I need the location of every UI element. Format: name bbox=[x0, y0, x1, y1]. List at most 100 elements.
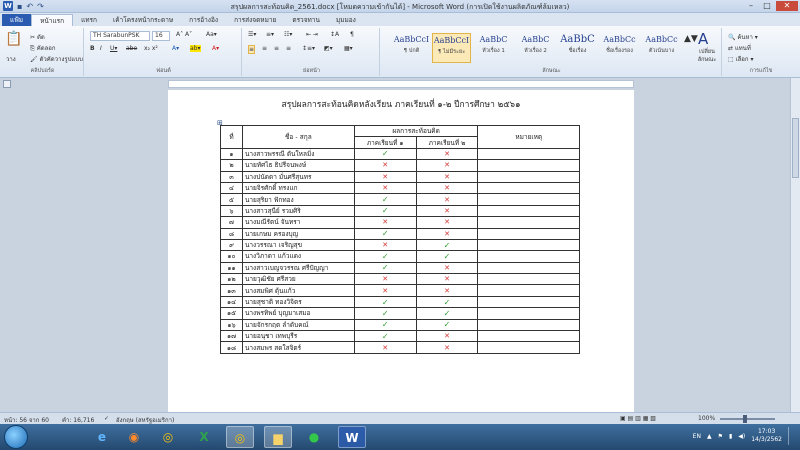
tab-home[interactable]: หน้าแรก bbox=[31, 14, 74, 26]
row-note bbox=[477, 204, 580, 218]
minimize-button[interactable]: – bbox=[744, 1, 758, 11]
cut-button[interactable]: ✂ ตัด bbox=[30, 32, 45, 42]
font-color-icon[interactable]: A▾ bbox=[212, 45, 219, 52]
select-button[interactable]: ⬚ เลือก ▾ bbox=[728, 54, 753, 64]
style-heading-1[interactable]: AaBbC หัวเรื่อง 1 bbox=[474, 33, 513, 63]
style-no-spacing[interactable]: AaBbCcI ¶ ไม่มีระยะ bbox=[432, 33, 471, 63]
align-left-icon[interactable]: ≡ bbox=[248, 45, 256, 54]
chrome-alt-icon[interactable]: ◎ bbox=[226, 426, 254, 448]
tray-network-icon[interactable]: ▮ bbox=[729, 433, 732, 440]
undo-icon[interactable]: ↶ bbox=[26, 2, 33, 11]
proofing-icon[interactable]: ✓ bbox=[104, 415, 109, 422]
line-icon[interactable]: ● bbox=[300, 426, 328, 448]
sort-icon[interactable]: ↕A bbox=[330, 31, 339, 38]
style-heading-2[interactable]: AaBbC หัวเรื่อง 2 bbox=[516, 33, 555, 63]
paste-icon[interactable]: 📋 bbox=[5, 31, 22, 47]
cross-icon: ✕ bbox=[444, 218, 450, 227]
vertical-scrollbar[interactable] bbox=[790, 78, 800, 412]
cross-icon: ✕ bbox=[444, 263, 450, 272]
paste-button[interactable]: วาง bbox=[6, 54, 16, 64]
shading-icon[interactable]: ◩▾ bbox=[324, 45, 333, 52]
tray-volume-icon[interactable]: ◀) bbox=[738, 433, 745, 440]
style-subtle-emphasis[interactable]: AaBbCc ตัวเน้นบาง bbox=[642, 33, 681, 63]
change-styles-button[interactable]: เปลี่ยนลักษณะ bbox=[694, 48, 720, 64]
tab-references[interactable]: การอ้างอิง bbox=[181, 14, 226, 26]
font-size-box[interactable]: 16 bbox=[152, 31, 170, 41]
borders-icon[interactable]: ▦▾ bbox=[344, 45, 353, 52]
header-term1: ภาคเรียนที่ ๑ bbox=[353, 136, 417, 149]
tray-language[interactable]: EN bbox=[693, 433, 701, 440]
view-buttons[interactable]: ▣ ▤ ▥ ▦ ▧ bbox=[620, 415, 656, 422]
copy-button[interactable]: ⎘ คัดลอก bbox=[30, 43, 56, 53]
zoom-level[interactable]: 100% bbox=[698, 415, 715, 422]
scrollbar-thumb[interactable] bbox=[792, 118, 799, 178]
italic-icon[interactable]: I bbox=[100, 45, 102, 52]
justify-icon[interactable]: ≡ bbox=[286, 45, 291, 52]
start-orb[interactable] bbox=[4, 425, 28, 449]
maximize-button[interactable]: □ bbox=[760, 1, 774, 11]
subscript-icon[interactable]: x₂ x² bbox=[144, 45, 158, 52]
line-spacing-icon[interactable]: ↕≡▾ bbox=[302, 45, 315, 52]
tab-page-layout[interactable]: เค้าโครงหน้ากระดาษ bbox=[105, 14, 181, 26]
text-effects-icon[interactable]: A▾ bbox=[172, 45, 179, 52]
close-button[interactable]: ✕ bbox=[776, 1, 798, 11]
word-app-icon[interactable]: W bbox=[3, 1, 13, 11]
firefox-icon[interactable]: ◉ bbox=[120, 426, 148, 448]
internet-explorer-icon[interactable]: e bbox=[88, 426, 116, 448]
row-result-t2: ✕ bbox=[415, 181, 479, 195]
row-result-t2: ✕ bbox=[415, 261, 479, 275]
horizontal-ruler[interactable] bbox=[168, 80, 634, 88]
tab-review[interactable]: ตรวจทาน bbox=[284, 14, 328, 26]
align-center-icon[interactable]: ≡ bbox=[262, 45, 267, 52]
tab-insert[interactable]: แทรก bbox=[73, 14, 105, 26]
clock[interactable]: 17:03 14/3/2562 bbox=[751, 428, 782, 444]
word-icon[interactable]: W bbox=[338, 426, 366, 448]
show-marks-icon[interactable]: ¶ bbox=[350, 31, 354, 38]
change-styles-icon[interactable]: A bbox=[698, 30, 708, 48]
row-name: นางสาวสุนีย์ รวมศิริ bbox=[241, 204, 355, 218]
style-normal[interactable]: AaBbCcI ¶ ปกติ bbox=[392, 33, 431, 63]
tab-file[interactable]: แฟ้ม bbox=[2, 14, 32, 26]
styles-scroll-icon[interactable]: ▲▼ bbox=[684, 34, 698, 44]
row-number: ๑๔ bbox=[220, 295, 243, 309]
decrease-indent-icon[interactable]: ⇤ ⇥ bbox=[306, 31, 318, 38]
tray-flag-icon[interactable]: ⚑ bbox=[718, 433, 723, 440]
underline-icon[interactable]: U▾ bbox=[110, 45, 117, 52]
save-icon[interactable]: ▪ bbox=[17, 2, 22, 11]
multilevel-list-icon[interactable]: ☷▾ bbox=[284, 31, 292, 38]
replace-button[interactable]: ⇄ แทนที่ bbox=[728, 43, 751, 53]
folder-icon[interactable]: ▆ bbox=[264, 426, 292, 448]
tab-mailings[interactable]: การส่งจดหมาย bbox=[226, 14, 284, 26]
zoom-slider-knob[interactable] bbox=[743, 415, 747, 423]
show-desktop-button[interactable] bbox=[788, 427, 794, 445]
strikethrough-icon[interactable]: abe bbox=[126, 45, 137, 52]
change-case-icon[interactable]: Aa▾ bbox=[206, 31, 217, 38]
excel-icon[interactable]: X bbox=[190, 426, 218, 448]
tab-selector-icon[interactable] bbox=[3, 80, 11, 88]
style-title[interactable]: AaBbC ชื่อเรื่อง bbox=[558, 33, 597, 63]
document-page[interactable]: สรุปผลการสะท้อนคิดหลังเรียน ภาคเรียนที่ … bbox=[168, 90, 634, 412]
table-row: ๑๒ นายวุฒิชัย ศรีสวย ✕ ✕ bbox=[220, 273, 580, 286]
style-subtitle[interactable]: AaBbCc ชื่อเรื่องรอง bbox=[600, 33, 639, 63]
cross-icon: ✕ bbox=[382, 218, 389, 227]
font-name-box[interactable]: TH SarabunPSK bbox=[90, 31, 150, 41]
tray-arrow-icon[interactable]: ▲ bbox=[707, 433, 712, 440]
check-icon: ✓ bbox=[381, 320, 389, 330]
quick-access-toolbar: W ▪ ↶ ↷ bbox=[3, 1, 44, 11]
check-icon: ✓ bbox=[381, 149, 389, 159]
align-right-icon[interactable]: ≡ bbox=[274, 45, 279, 52]
row-note bbox=[477, 295, 580, 309]
zoom-slider[interactable] bbox=[720, 418, 775, 420]
grow-font-icon[interactable]: A˄ A˅ bbox=[176, 31, 192, 38]
editing-group: 🔍 ค้นหา ▾ ⇄ แทนที่ ⬚ เลือก ▾ การแก้ไข bbox=[724, 28, 798, 76]
bold-icon[interactable]: B bbox=[90, 45, 95, 52]
tab-view[interactable]: มุมมอง bbox=[328, 14, 364, 26]
highlight-icon[interactable]: ab▾ bbox=[190, 45, 201, 52]
chrome-icon[interactable]: ◎ bbox=[154, 426, 182, 448]
bullets-icon[interactable]: ☰▾ bbox=[248, 31, 256, 38]
find-button[interactable]: 🔍 ค้นหา ▾ bbox=[728, 32, 758, 42]
numbering-icon[interactable]: ≡▾ bbox=[266, 31, 274, 38]
redo-icon[interactable]: ↷ bbox=[37, 2, 44, 11]
format-painter-button[interactable]: 🖌 ตัวคัดวางรูปแบบ bbox=[30, 54, 83, 64]
row-name: นายจิรศักดิ์ ทรงแก bbox=[241, 181, 355, 195]
